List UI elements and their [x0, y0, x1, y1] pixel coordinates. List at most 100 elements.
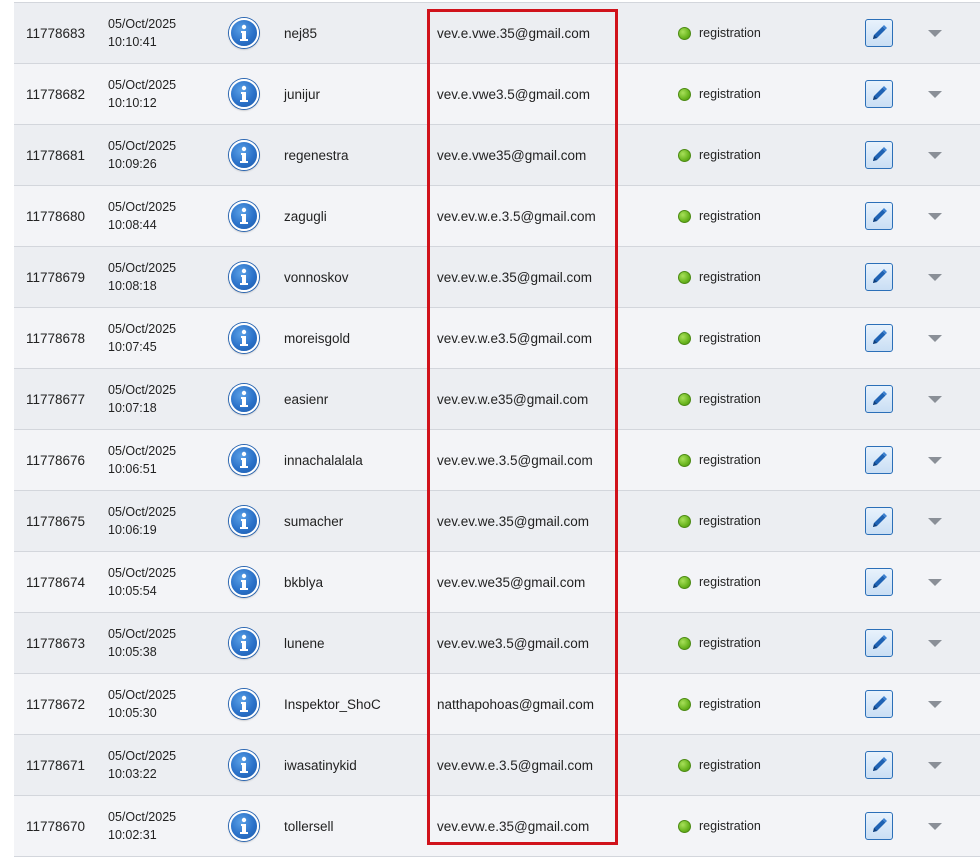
- chevron-down-icon[interactable]: [928, 578, 942, 586]
- row-username[interactable]: easienr: [284, 369, 424, 429]
- row-username[interactable]: vonnoskov: [284, 247, 424, 307]
- info-icon[interactable]: [229, 323, 259, 353]
- row-username[interactable]: regenestra: [284, 125, 424, 185]
- chevron-down-icon[interactable]: [928, 639, 942, 647]
- row-username[interactable]: sumacher: [284, 491, 424, 551]
- row-username[interactable]: bkblya: [284, 552, 424, 612]
- chevron-down-icon[interactable]: [928, 700, 942, 708]
- edit-button[interactable]: [863, 247, 895, 307]
- info-button[interactable]: [228, 369, 260, 429]
- info-button[interactable]: [228, 308, 260, 368]
- row-menu-toggle[interactable]: [922, 3, 948, 63]
- edit-button[interactable]: [863, 491, 895, 551]
- pencil-icon[interactable]: [865, 629, 893, 657]
- row-menu-toggle[interactable]: [922, 735, 948, 795]
- row-menu-toggle[interactable]: [922, 247, 948, 307]
- info-button[interactable]: [228, 186, 260, 246]
- chevron-down-icon[interactable]: [928, 29, 942, 37]
- row-menu-toggle[interactable]: [922, 308, 948, 368]
- edit-button[interactable]: [863, 552, 895, 612]
- info-button[interactable]: [228, 125, 260, 185]
- row-username[interactable]: zagugli: [284, 186, 424, 246]
- row-menu-toggle[interactable]: [922, 552, 948, 612]
- edit-button[interactable]: [863, 430, 895, 490]
- chevron-down-icon[interactable]: [928, 395, 942, 403]
- info-icon[interactable]: [229, 689, 259, 719]
- info-icon[interactable]: [229, 18, 259, 48]
- pencil-icon[interactable]: [865, 446, 893, 474]
- row-username[interactable]: lunene: [284, 613, 424, 673]
- info-button[interactable]: [228, 64, 260, 124]
- info-button[interactable]: [228, 491, 260, 551]
- row-username[interactable]: iwasatinykid: [284, 735, 424, 795]
- pencil-icon[interactable]: [865, 751, 893, 779]
- chevron-down-icon[interactable]: [928, 273, 942, 281]
- edit-button[interactable]: [863, 3, 895, 63]
- row-menu-toggle[interactable]: [922, 125, 948, 185]
- chevron-down-icon[interactable]: [928, 456, 942, 464]
- edit-button[interactable]: [863, 125, 895, 185]
- edit-button[interactable]: [863, 613, 895, 673]
- edit-button[interactable]: [863, 796, 895, 856]
- chevron-down-icon[interactable]: [928, 90, 942, 98]
- row-username[interactable]: nej85: [284, 3, 424, 63]
- edit-button[interactable]: [863, 64, 895, 124]
- row-username[interactable]: moreisgold: [284, 308, 424, 368]
- status-label: registration: [699, 87, 761, 101]
- info-icon[interactable]: [229, 628, 259, 658]
- pencil-icon[interactable]: [865, 812, 893, 840]
- row-menu-toggle[interactable]: [922, 186, 948, 246]
- edit-button[interactable]: [863, 186, 895, 246]
- info-button[interactable]: [228, 3, 260, 63]
- edit-button[interactable]: [863, 735, 895, 795]
- row-menu-toggle[interactable]: [922, 64, 948, 124]
- row-menu-toggle[interactable]: [922, 674, 948, 734]
- edit-button[interactable]: [863, 369, 895, 429]
- chevron-down-icon[interactable]: [928, 334, 942, 342]
- row-menu-toggle[interactable]: [922, 369, 948, 429]
- chevron-down-icon[interactable]: [928, 212, 942, 220]
- row-username[interactable]: Inspektor_ShoC: [284, 674, 424, 734]
- info-icon[interactable]: [229, 262, 259, 292]
- chevron-down-icon[interactable]: [928, 151, 942, 159]
- chevron-down-icon[interactable]: [928, 761, 942, 769]
- info-icon[interactable]: [229, 140, 259, 170]
- pencil-icon[interactable]: [865, 263, 893, 291]
- info-icon[interactable]: [229, 506, 259, 536]
- row-menu-toggle[interactable]: [922, 491, 948, 551]
- info-icon[interactable]: [229, 750, 259, 780]
- info-icon[interactable]: [229, 445, 259, 475]
- edit-button[interactable]: [863, 674, 895, 734]
- info-icon[interactable]: [229, 384, 259, 414]
- row-menu-toggle[interactable]: [922, 430, 948, 490]
- info-icon[interactable]: [229, 201, 259, 231]
- chevron-down-icon[interactable]: [928, 822, 942, 830]
- info-icon[interactable]: [229, 811, 259, 841]
- info-button[interactable]: [228, 613, 260, 673]
- pencil-icon[interactable]: [865, 690, 893, 718]
- pencil-icon[interactable]: [865, 507, 893, 535]
- row-menu-toggle[interactable]: [922, 796, 948, 856]
- pencil-icon[interactable]: [865, 202, 893, 230]
- info-button[interactable]: [228, 552, 260, 612]
- info-button[interactable]: [228, 796, 260, 856]
- pencil-icon[interactable]: [865, 19, 893, 47]
- info-button[interactable]: [228, 247, 260, 307]
- chevron-down-icon[interactable]: [928, 517, 942, 525]
- table-row: 11778677 05/Oct/2025 10:07:18 easienr ve…: [14, 369, 980, 430]
- info-button[interactable]: [228, 430, 260, 490]
- info-button[interactable]: [228, 735, 260, 795]
- pencil-icon[interactable]: [865, 568, 893, 596]
- pencil-icon[interactable]: [865, 324, 893, 352]
- edit-button[interactable]: [863, 308, 895, 368]
- row-username[interactable]: tollersell: [284, 796, 424, 856]
- info-icon[interactable]: [229, 567, 259, 597]
- info-button[interactable]: [228, 674, 260, 734]
- info-icon[interactable]: [229, 79, 259, 109]
- row-menu-toggle[interactable]: [922, 613, 948, 673]
- row-username[interactable]: innachalalala: [284, 430, 424, 490]
- row-username[interactable]: junijur: [284, 64, 424, 124]
- pencil-icon[interactable]: [865, 141, 893, 169]
- pencil-icon[interactable]: [865, 80, 893, 108]
- pencil-icon[interactable]: [865, 385, 893, 413]
